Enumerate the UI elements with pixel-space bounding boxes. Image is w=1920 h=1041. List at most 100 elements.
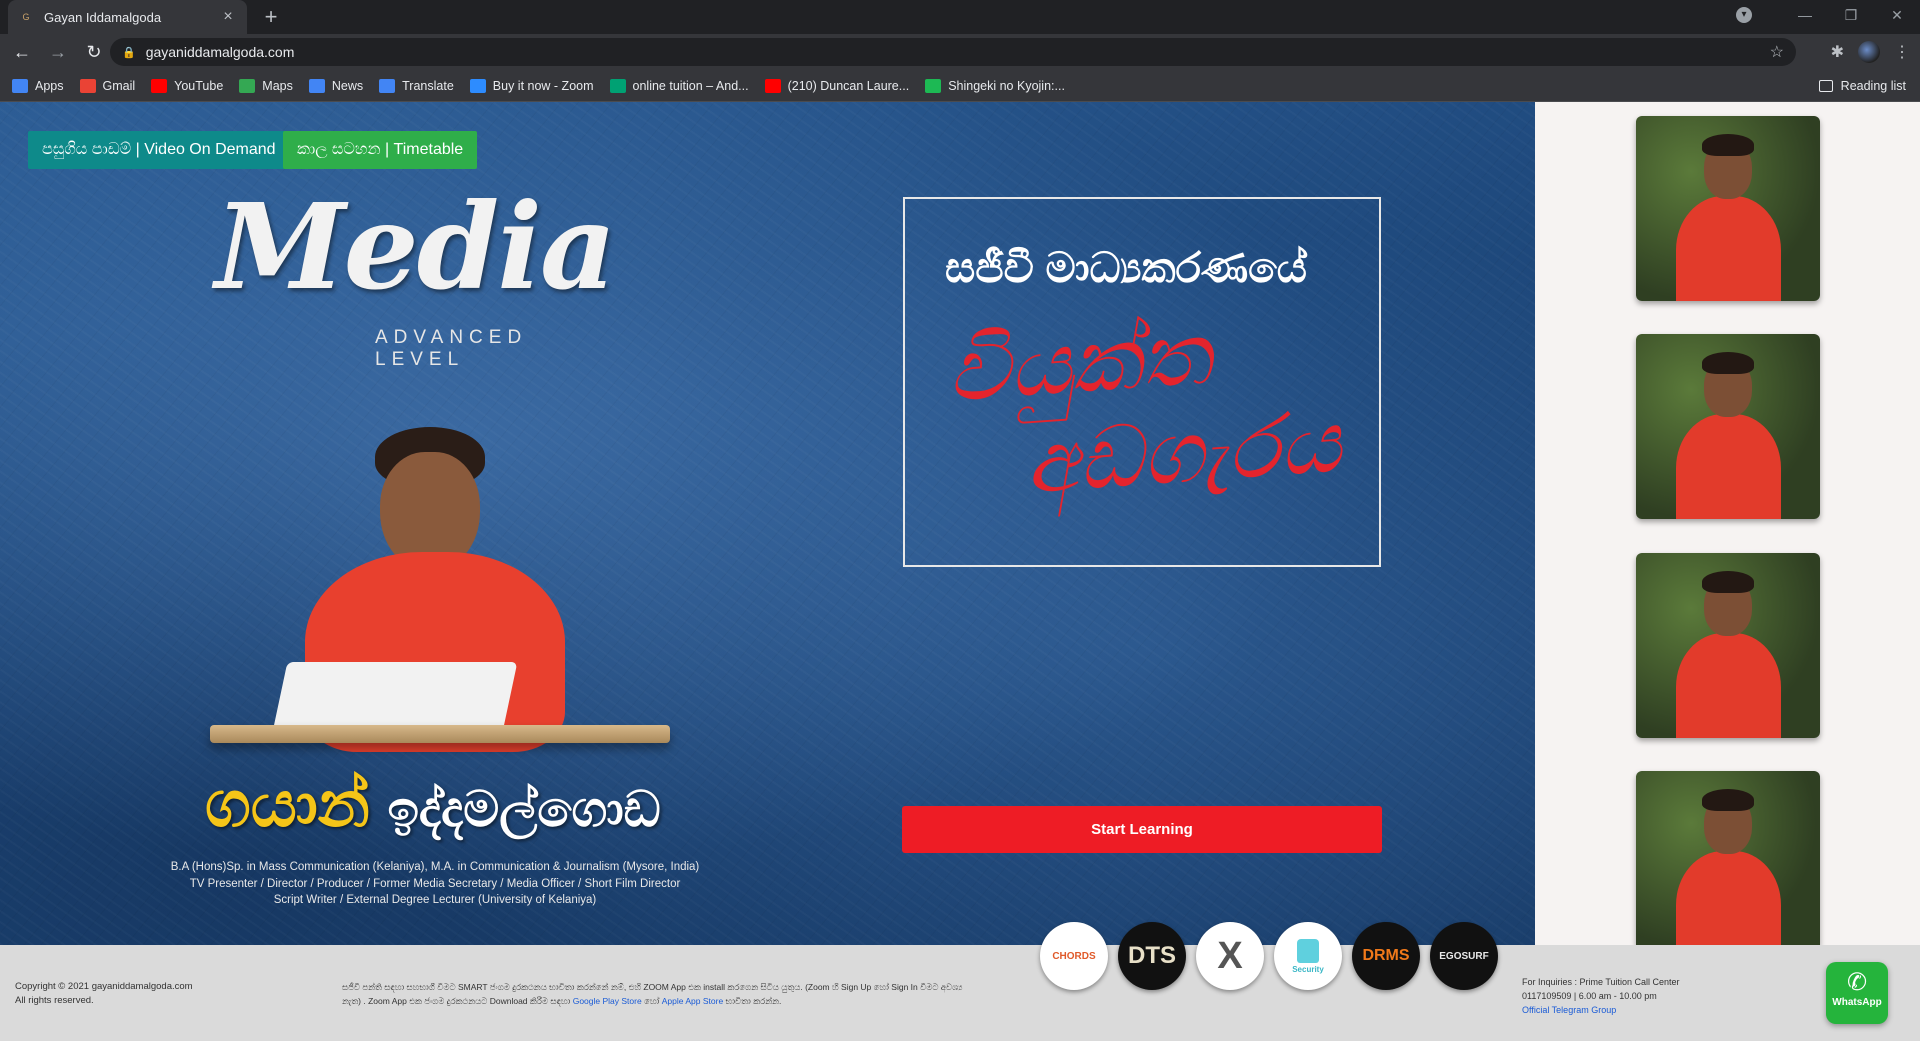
bookmark-star-icon[interactable]: ☆ [1770,42,1784,62]
back-icon[interactable]: ← [8,38,36,66]
bookmark-item[interactable]: Apps [12,78,64,93]
x-logo[interactable]: X [1196,922,1264,990]
bookmark-label: Gmail [102,78,136,93]
minimize-icon[interactable]: — [1782,7,1828,23]
start-learning-button[interactable]: Start Learning [902,806,1382,853]
chords-logo[interactable]: CHORDS [1040,922,1108,990]
bookmark-label: Translate [402,78,454,93]
new-tab-button[interactable]: + [258,4,284,30]
news-icon [308,78,325,93]
url-text[interactable]: gayaniddamalgoda.com [146,44,1770,60]
inquiries-block: For Inquiries : Prime Tuition Call Cente… [1522,975,1680,1017]
translate-icon [379,78,396,93]
inquiries-text: For Inquiries : Prime Tuition Call Cente… [1522,977,1680,987]
zoom-note-or: හෝ [644,996,660,1006]
timetable-button[interactable]: කාල සටහන | Timetable [283,131,478,169]
hero-banner: පසුගිය පාඩම් | Video On Demand කාල සටහන … [0,102,1535,945]
bookmark-item[interactable]: Shingeki no Kyojin:... [925,78,1065,93]
bookmark-label: online tuition – And... [632,78,749,93]
reading-list-label: Reading list [1840,79,1906,93]
security-logo-label: Security [1292,964,1324,974]
teacher-name: ගයාන් ඉද්දමල්ගොඩ [205,767,661,842]
bookmark-item[interactable]: News [308,78,364,93]
gallery-photo[interactable] [1636,553,1820,738]
video-on-demand-button[interactable]: පසුගිය පාඩම් | Video On Demand [28,131,290,169]
gallery-photo[interactable] [1636,116,1820,301]
bookmark-item[interactable]: Gmail [79,78,136,93]
bookmark-item[interactable]: (210) Duncan Laure... [764,78,910,93]
teacher-last-name: ඉද්දමල්ගොඩ [387,781,661,837]
window-controls: ▾ — ❐ ✕ [1736,0,1920,30]
maps-pin-icon [239,78,256,93]
google-play-link[interactable]: Google Play Store [573,996,642,1006]
drms-logo[interactable]: DRMS [1352,922,1420,990]
close-tab-icon[interactable]: × [219,8,237,26]
browser-tab[interactable]: G Gayan Iddamalgoda × [8,0,247,34]
apps-grid-icon [12,78,28,93]
whatsapp-button[interactable]: ✆ WhatsApp [1826,962,1888,1024]
zoom-instructions: සජීවී පන්ති සඳහා සහභාගී වීමට SMART ජංගම … [342,980,982,1008]
whatsapp-label: WhatsApp [1832,997,1882,1008]
bookmark-label: Buy it now - Zoom [492,78,594,93]
zoom-note-end: භාවිතා කරන්න. [725,996,782,1006]
bookmark-item[interactable]: Buy it now - Zoom [469,78,594,93]
tab-search-icon[interactable]: ▾ [1736,7,1752,23]
photo-sidebar [1535,102,1920,945]
bookmarks-bar: Apps Gmail YouTube Maps News Translate Buy it … [0,70,1920,102]
site-footer: Copyright © 2021 gayaniddamalgoda.com Al… [0,945,1920,1041]
app-store-link[interactable]: Apple App Store [662,996,723,1006]
egosurf-logo[interactable]: EGOSURF [1430,922,1498,990]
reload-icon[interactable]: ↻ [80,38,108,66]
bookmark-label: Apps [35,78,64,93]
close-window-icon[interactable]: ✕ [1874,7,1920,24]
media-logo-word: Media [215,177,617,316]
menu-kebab-icon[interactable]: ⋮ [1894,42,1910,62]
tab-title: Gayan Iddamalgoda [44,9,162,25]
teacher-qualifications: B.A (Hons)Sp. in Mass Communication (Kel… [160,859,710,909]
bookmark-label: News [331,78,364,93]
lock-icon [1297,938,1319,963]
copyright-text: Copyright © 2021 gayaniddamalgoda.com [15,981,193,992]
extensions-icon[interactable]: ✱ [1831,42,1844,62]
browser-toolbar: ← → ↻ 🔒 gayaniddamalgoda.com ☆ ✱ ⋮ [0,34,1920,70]
profile-avatar[interactable] [1858,41,1880,63]
teacher-first-name: ගයාන් [205,768,370,840]
youtube-icon [764,78,781,93]
gallery-photo[interactable] [1636,334,1820,519]
bookmark-label: (210) Duncan Laure... [787,78,910,93]
partner-logos: CHORDS DTS X Security DRMS EGOSURF [1040,922,1498,990]
showcase-banner: සජීවී මාධ්‍යකරණයේ වියුක්ත අඩගැරය [903,197,1381,567]
qualification-line: B.A (Hons)Sp. in Mass Communication (Kel… [170,861,700,873]
forward-icon[interactable]: → [44,38,72,66]
bookmark-item[interactable]: YouTube [151,78,224,93]
copyright-block: Copyright © 2021 gayaniddamalgoda.com Al… [15,980,193,1008]
bookmark-item[interactable]: online tuition – And... [609,78,749,93]
reading-list-button[interactable]: Reading list [1818,70,1906,102]
address-bar[interactable]: 🔒 gayaniddamalgoda.com ☆ [110,38,1796,66]
showcase-script-line: අඩගැරය [1021,394,1344,512]
gmail-icon [79,78,96,93]
bookmark-label: Shingeki no Kyojin:... [948,78,1065,93]
rights-text: All rights reserved. [15,995,94,1006]
play-store-icon [609,78,626,93]
media-logo-subtitle: ADVANCED LEVEL [375,327,528,370]
bookmark-item[interactable]: Translate [379,78,454,93]
browser-tabstrip: G Gayan Iddamalgoda × + ▾ — ❐ ✕ [0,0,1920,34]
web-page: පසුගිය පාඩම් | Video On Demand කාල සටහන … [0,102,1920,1041]
bookmark-item[interactable]: Maps [239,78,293,93]
bookmark-label: YouTube [174,78,224,93]
maximize-icon[interactable]: ❐ [1828,7,1874,24]
lock-icon[interactable]: 🔒 [122,46,136,59]
dts-logo[interactable]: DTS [1118,922,1186,990]
qualification-line: TV Presenter / Director / Producer / For… [189,877,681,890]
site-favicon-icon: G [22,12,30,22]
youtube-icon [151,78,168,93]
toolbar-right: ✱ ⋮ [1831,38,1910,66]
gallery-photo[interactable] [1636,771,1820,945]
telegram-link[interactable]: Official Telegram Group [1522,1005,1616,1015]
security-logo[interactable]: Security [1274,922,1342,990]
media-logo: Media ADVANCED LEVEL [215,177,617,377]
zoom-icon [469,78,486,93]
qualification-line: Script Writer / External Degree Lecturer… [273,894,597,906]
whatsapp-icon: ✆ [1846,969,1868,996]
